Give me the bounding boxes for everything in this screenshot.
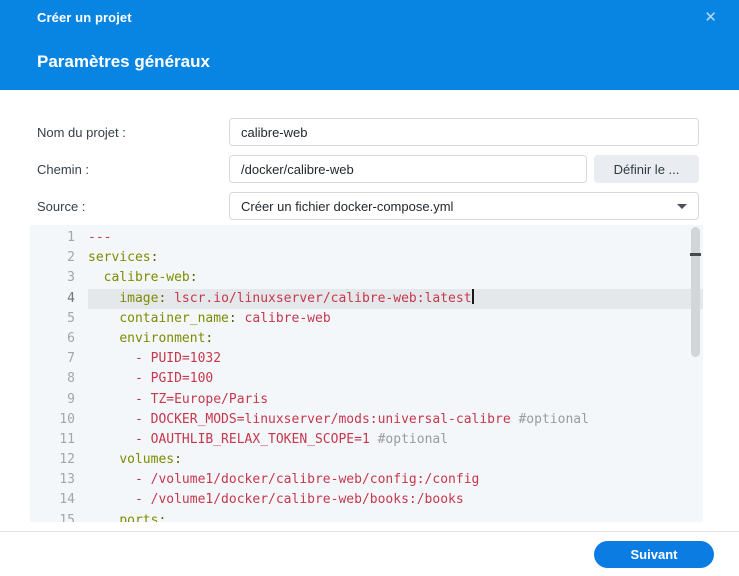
code-text: - /volume1/docker/calibre-web/config:/co… <box>134 472 480 488</box>
line-number: 14 <box>30 490 88 511</box>
source-label: Source : <box>37 198 86 214</box>
code-text: ports: <box>119 512 167 522</box>
line-number: 1 <box>30 228 88 249</box>
line-number: 12 <box>30 450 88 471</box>
code-line[interactable]: 11 - OAUTHLIB_RELAX_TOKEN_SCOPE=1 #optio… <box>30 429 703 451</box>
set-path-button[interactable]: Définir le ... <box>594 155 699 183</box>
line-number: 2 <box>30 248 88 269</box>
code-line[interactable]: 9 - TZ=Europe/Paris <box>30 389 703 410</box>
create-project-dialog: Créer un projet ✕ Paramètres généraux No… <box>0 0 739 576</box>
code-line[interactable]: 15 ports: <box>30 510 703 522</box>
project-name-label: Nom du projet : <box>37 124 126 140</box>
path-row: Chemin : Définir le ... <box>37 155 739 183</box>
line-number: 3 <box>30 268 88 289</box>
next-button[interactable]: Suivant <box>594 540 714 568</box>
code-text: volumes: <box>119 452 182 468</box>
code-line[interactable]: 14 - /volume1/docker/calibre-web/books:/… <box>30 490 703 511</box>
code-text: image: lscr.io/linuxserver/calibre-web:l… <box>119 288 474 306</box>
code-line[interactable]: 10 - DOCKER_MODS=linuxserver/mods:univer… <box>30 409 703 430</box>
code-text: calibre-web: <box>103 270 198 286</box>
code-text: - PGID=100 <box>134 371 214 387</box>
code-line[interactable]: 8 - PGID=100 <box>30 369 703 390</box>
line-number: 8 <box>30 369 88 390</box>
line-number: 13 <box>30 470 88 491</box>
code-line[interactable]: 4 image: lscr.io/linuxserver/calibre-web… <box>30 288 703 309</box>
dialog-header: Créer un projet ✕ Paramètres généraux <box>0 0 739 90</box>
code-line[interactable]: 5 container_name: calibre-web <box>30 308 703 329</box>
code-text: - /volume1/docker/calibre-web/books:/boo… <box>134 492 464 508</box>
line-number: 4 <box>30 288 88 309</box>
code-text: services: <box>88 250 159 266</box>
editor-code-area: 1 --- 2 services: 3 calibre-web: 4 image: lsc… <box>30 225 703 522</box>
code-text: environment: <box>119 330 214 346</box>
line-number: 10 <box>30 409 88 430</box>
code-text: - OAUTHLIB_RELAX_TOKEN_SCOPE=1 #optional <box>134 431 449 447</box>
code-text: - TZ=Europe/Paris <box>134 391 269 407</box>
code-text: - DOCKER_MODS=linuxserver/mods:universal… <box>134 411 589 427</box>
project-name-row: Nom du projet : <box>37 118 739 146</box>
code-line[interactable]: 6 environment: <box>30 328 703 350</box>
chevron-down-icon <box>677 203 687 209</box>
path-label: Chemin : <box>37 161 90 177</box>
line-number: 7 <box>30 349 88 370</box>
editor-scrollbar[interactable] <box>691 227 700 357</box>
line-number: 5 <box>30 308 88 329</box>
code-text: - PUID=1032 <box>134 351 222 367</box>
source-row: Source : Créer un fichier docker-compose… <box>37 192 739 220</box>
line-number: 6 <box>30 328 88 350</box>
close-icon[interactable]: ✕ <box>704 10 717 25</box>
dialog-footer: Suivant <box>0 532 739 576</box>
code-line[interactable]: 7 - PUID=1032 <box>30 349 703 370</box>
line-number: 15 <box>30 510 88 522</box>
project-name-input[interactable] <box>229 118 699 146</box>
source-select[interactable]: Créer un fichier docker-compose.yml <box>229 192 699 220</box>
code-line[interactable]: 12 volumes: <box>30 450 703 471</box>
code-text: container_name: calibre-web <box>119 310 331 326</box>
text-cursor <box>471 288 474 304</box>
code-text: --- <box>88 230 112 245</box>
step-title: Paramètres généraux <box>37 52 210 71</box>
code-line[interactable]: 3 calibre-web: <box>30 268 703 289</box>
line-number: 9 <box>30 389 88 410</box>
editor-scroll-cursor-marker <box>690 253 701 256</box>
path-input[interactable] <box>229 155 587 183</box>
general-settings-form: Nom du projet : Chemin : Définir le ... … <box>0 90 739 220</box>
dialog-title: Créer un projet <box>37 10 132 25</box>
dialog-titlebar: Créer un projet ✕ <box>0 0 739 26</box>
code-line[interactable]: 13 - /volume1/docker/calibre-web/config:… <box>30 470 703 491</box>
line-number: 11 <box>30 429 88 451</box>
docker-compose-editor[interactable]: 1 --- 2 services: 3 calibre-web: 4 image: lsc… <box>30 225 703 522</box>
source-select-value: Créer un fichier docker-compose.yml <box>241 198 454 214</box>
code-line[interactable]: 2 services: <box>30 248 703 269</box>
code-line[interactable]: 1 --- <box>30 228 703 249</box>
